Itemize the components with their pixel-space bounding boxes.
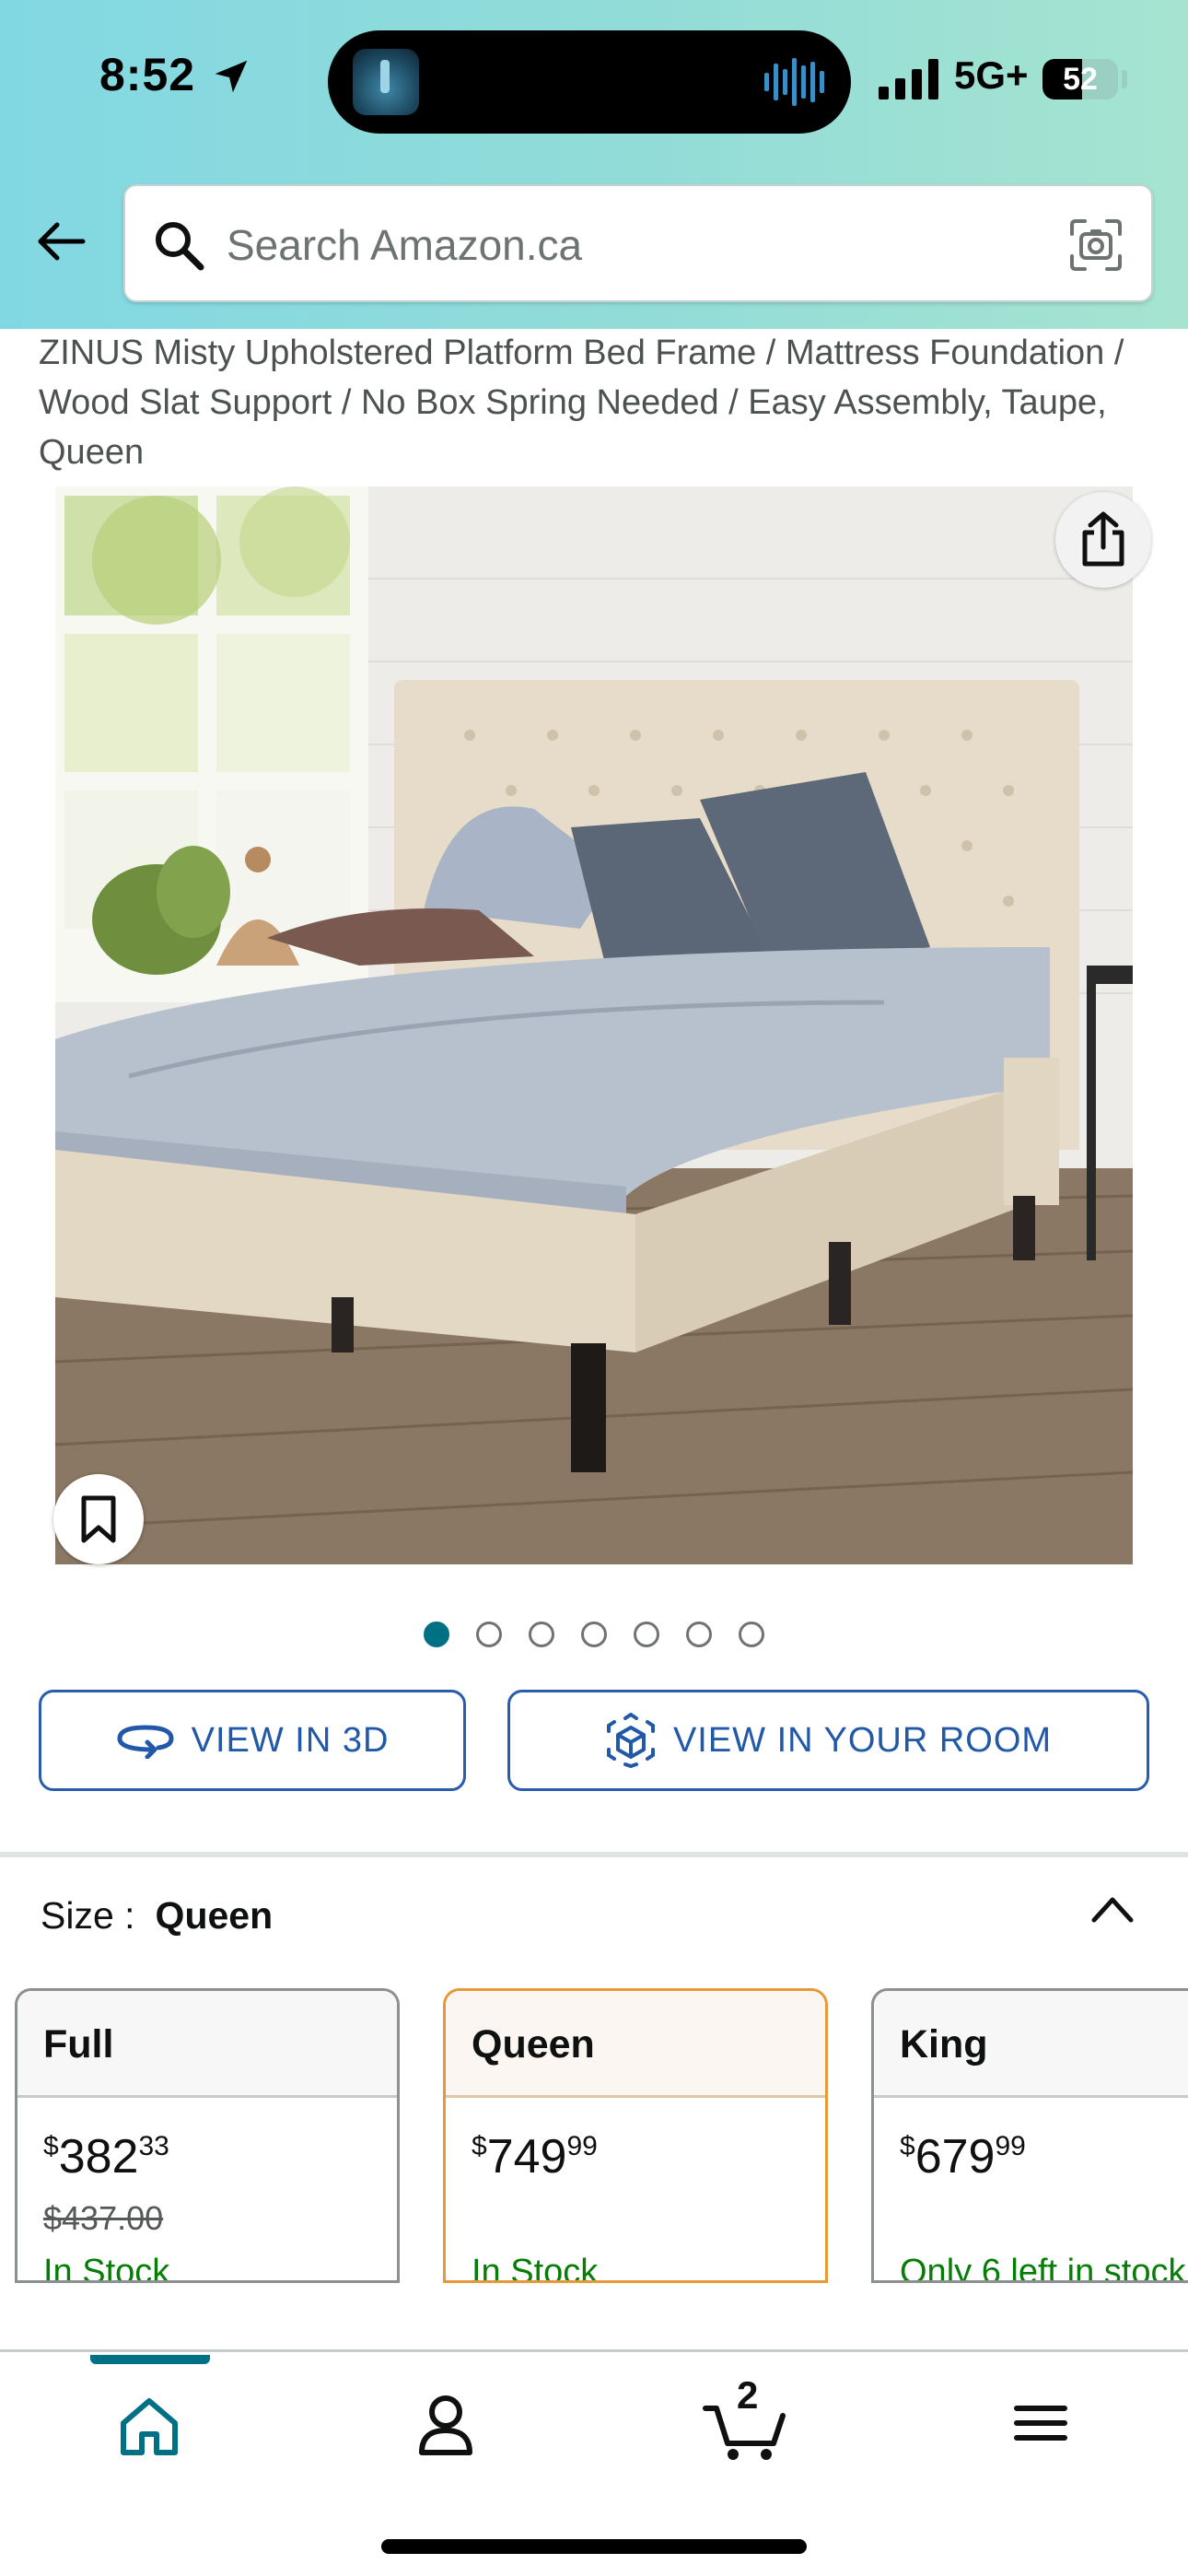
app-header: 8:52 5G+ 52 <box>0 0 1188 329</box>
search-icon <box>156 222 204 271</box>
battery-icon: 52 <box>1042 59 1118 100</box>
size-label: Size : <box>41 1894 135 1937</box>
rotate-3d-icon <box>117 1725 174 1759</box>
search-bar[interactable] <box>123 184 1153 302</box>
carousel-dot[interactable] <box>476 1622 502 1647</box>
price-currency: $ <box>43 2131 59 2161</box>
ar-cube-icon <box>606 1713 655 1768</box>
dynamic-island[interactable] <box>328 30 851 134</box>
chevron-up-icon[interactable] <box>1087 1891 1138 1927</box>
size-option-name: King <box>874 1991 1188 2098</box>
section-divider <box>0 1852 1188 1857</box>
carousel-dot[interactable] <box>634 1622 659 1647</box>
price-currency: $ <box>900 2131 915 2161</box>
share-button[interactable] <box>1055 492 1151 588</box>
search-input[interactable] <box>227 208 1019 282</box>
active-tab-indicator <box>90 2355 210 2364</box>
size-option-name: Queen <box>446 1991 825 2098</box>
size-option-queen[interactable]: Queen $74999 In Stock <box>443 1988 828 2283</box>
now-playing-artwork <box>353 49 419 115</box>
account-icon[interactable] <box>400 2377 492 2469</box>
carousel-dot[interactable] <box>739 1622 764 1647</box>
size-option-full[interactable]: Full $38233 $437.00 In Stock <box>15 1988 400 2283</box>
product-image[interactable] <box>55 486 1133 1564</box>
home-icon[interactable] <box>103 2377 195 2469</box>
menu-icon[interactable] <box>995 2377 1087 2469</box>
size-option-price: $38233 <box>43 2129 169 2184</box>
size-option-king[interactable]: King $67999 Only 6 left in stock <box>871 1988 1188 2283</box>
battery-percent: 52 <box>1063 62 1098 97</box>
size-option-name: Full <box>17 1991 397 2098</box>
view-in-3d-button[interactable]: VIEW IN 3D <box>39 1690 466 1791</box>
price-whole: 679 <box>914 2130 996 2184</box>
view-in-3d-label: VIEW IN 3D <box>191 1720 390 1760</box>
size-option-stock: Only 6 left in stock <box>900 2253 1186 2283</box>
size-option-price: $74999 <box>472 2129 598 2184</box>
camera-search-icon[interactable] <box>1068 217 1124 273</box>
bed-illustration <box>55 486 1133 1564</box>
home-indicator <box>381 2539 807 2554</box>
carousel-dot[interactable] <box>424 1622 449 1647</box>
view-in-your-room-label: VIEW IN YOUR ROOM <box>672 1720 1053 1760</box>
size-selector-header[interactable]: Size : Queen <box>41 1894 273 1950</box>
price-whole: 749 <box>486 2130 567 2184</box>
carousel-dot[interactable] <box>686 1622 712 1647</box>
size-selected-value: Queen <box>155 1894 274 1937</box>
price-fraction: 33 <box>138 2131 169 2161</box>
save-to-list-button[interactable] <box>53 1474 144 1564</box>
location-arrow-icon <box>215 60 248 93</box>
size-option-price: $67999 <box>900 2129 1026 2184</box>
cart-count-badge: 2 <box>737 2373 759 2417</box>
audio-waveform-icon <box>764 58 824 106</box>
price-currency: $ <box>472 2131 487 2161</box>
status-time: 8:52 <box>99 49 196 100</box>
image-carousel-dots[interactable] <box>424 1622 774 1649</box>
back-arrow-icon[interactable] <box>33 214 88 269</box>
view-in-your-room-button[interactable]: VIEW IN YOUR ROOM <box>507 1690 1149 1791</box>
battery-tip <box>1122 70 1127 88</box>
share-icon <box>1082 511 1124 567</box>
price-whole: 382 <box>58 2130 139 2184</box>
carousel-dot[interactable] <box>529 1622 554 1647</box>
carousel-dot[interactable] <box>581 1622 607 1647</box>
price-fraction: 99 <box>566 2131 598 2161</box>
size-option-stock: In Stock <box>472 2253 599 2283</box>
bookmark-icon <box>81 1495 116 1543</box>
size-option-stock: In Stock <box>43 2253 170 2283</box>
size-option-was-price: $437.00 <box>43 2199 164 2237</box>
network-type: 5G+ <box>954 53 1029 97</box>
cellular-signal-icon <box>879 59 938 100</box>
price-fraction: 99 <box>995 2131 1026 2161</box>
product-title[interactable]: ZINUS Misty Upholstered Platform Bed Fra… <box>39 328 1144 477</box>
